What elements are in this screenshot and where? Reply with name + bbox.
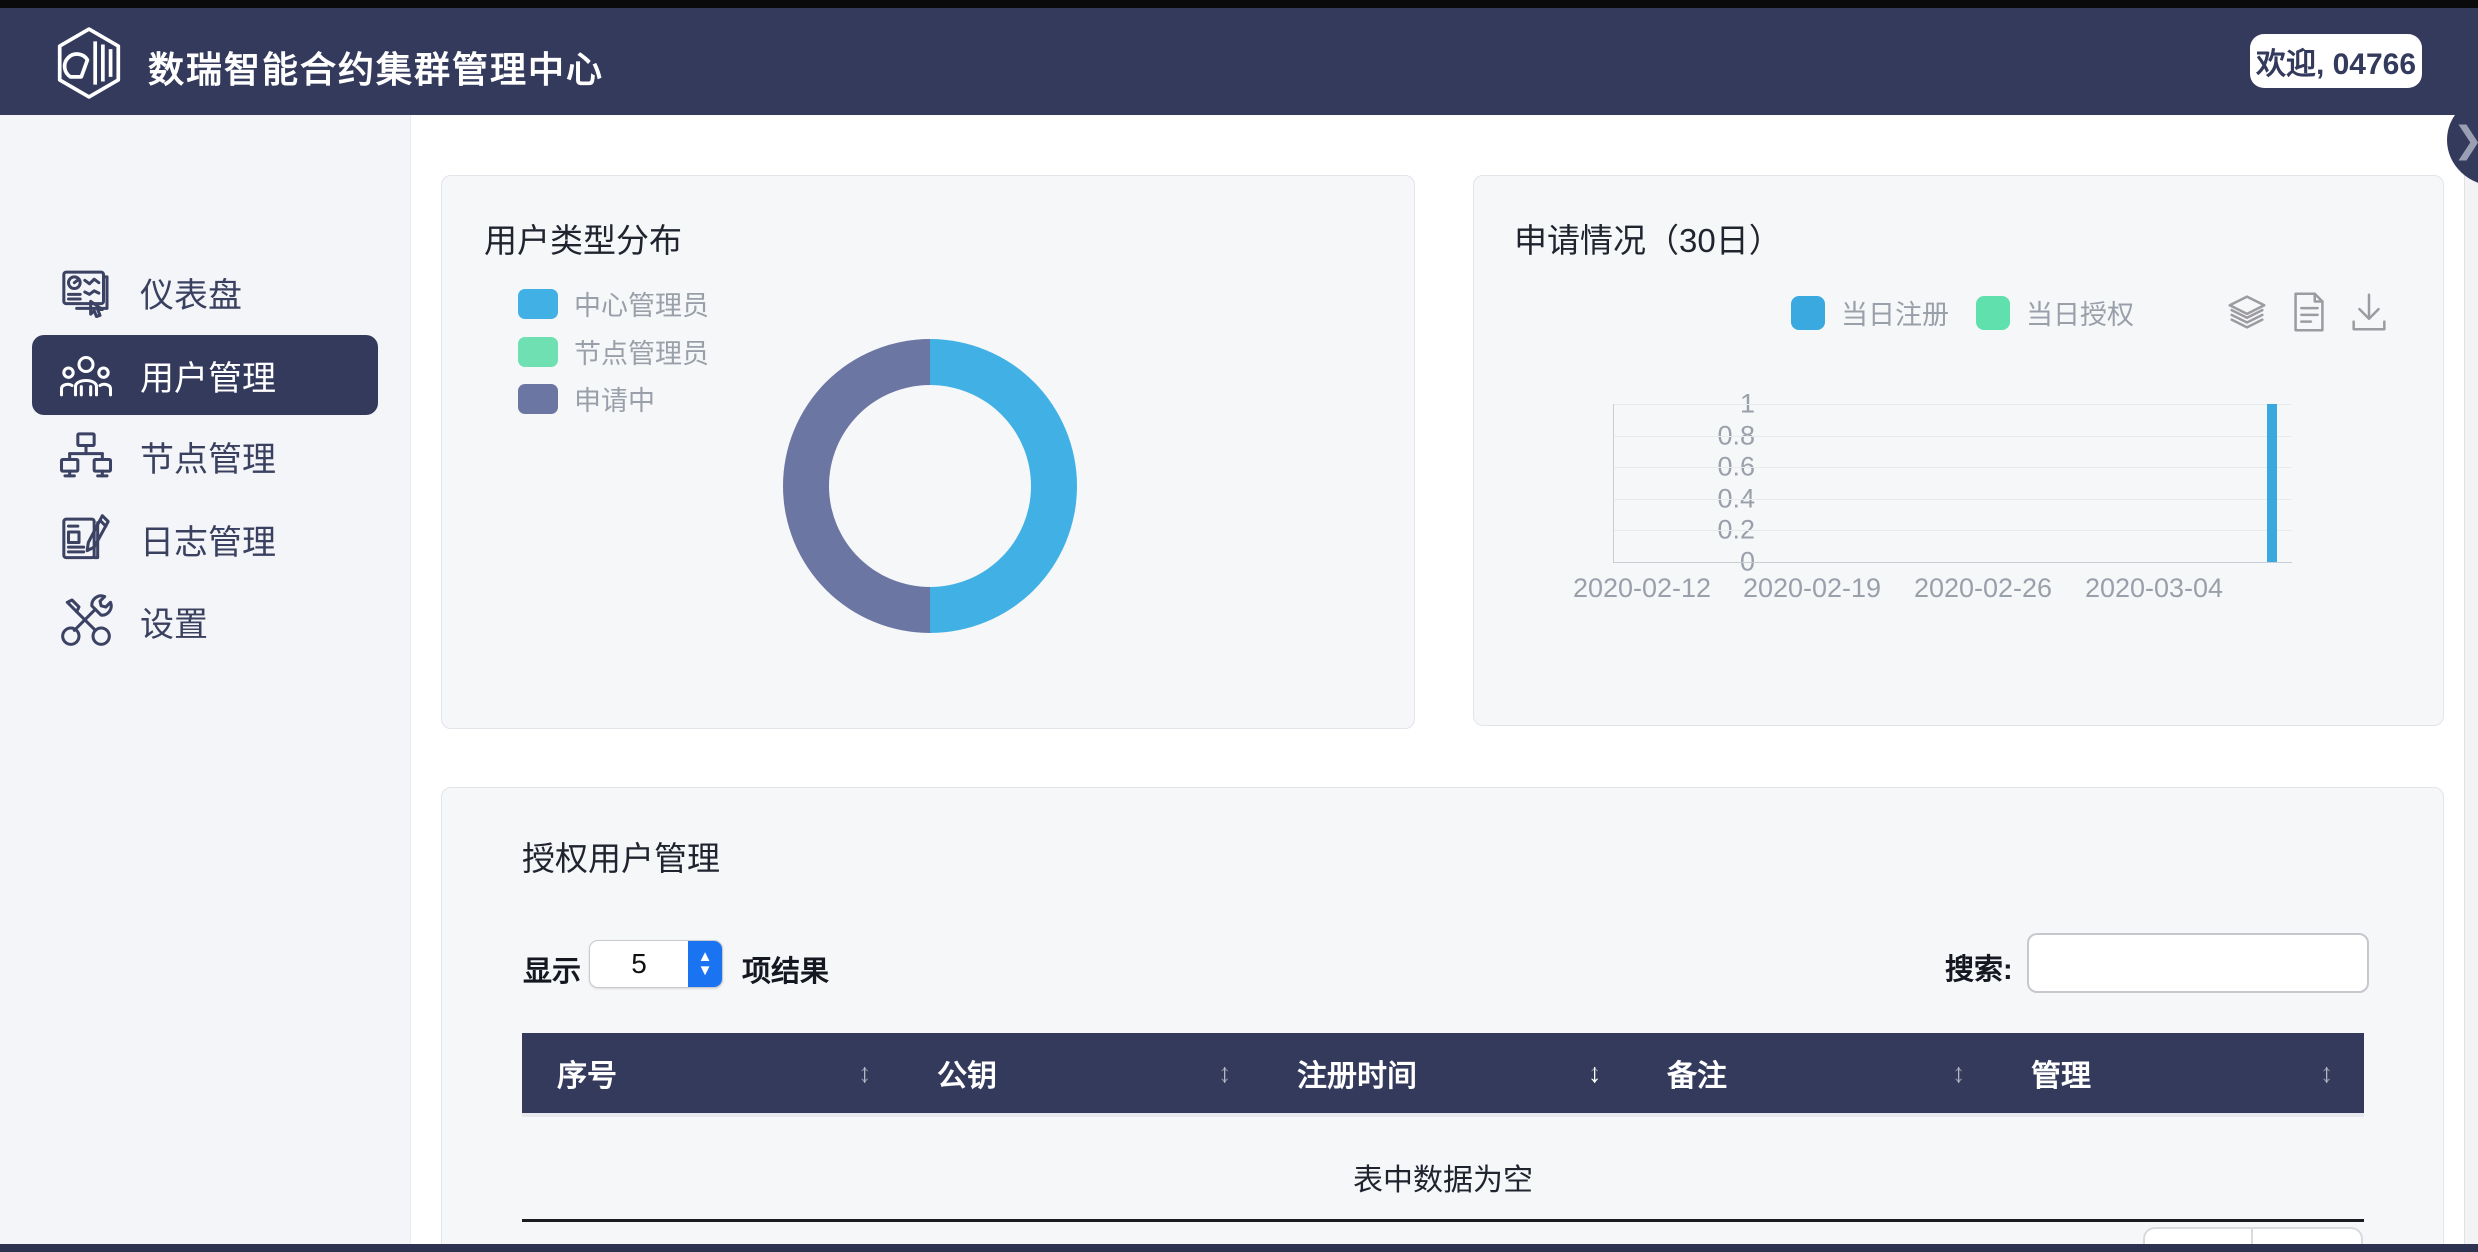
- window-top-edge: [0, 0, 2478, 8]
- legend-label: 节点管理员: [574, 332, 709, 371]
- column-header-manage[interactable]: 管理 ↑↓: [1996, 1033, 2364, 1113]
- x-axis-tick: 2020-02-12: [1573, 573, 1711, 604]
- search-label: 搜索:: [1945, 946, 2013, 988]
- column-header-pubkey[interactable]: 公钥 ↑↓: [902, 1033, 1262, 1113]
- layers-icon[interactable]: [2224, 289, 2270, 335]
- applications-card: 申请情况（30日） 当日注册 当日授权 1 0.8 0.6 0.4 0.2 0: [1473, 175, 2444, 726]
- legend-item[interactable]: 申请中: [518, 379, 655, 418]
- legend-item[interactable]: 当日注册: [1791, 293, 1949, 332]
- table-header-underline: [522, 1113, 2364, 1117]
- sort-icon: ↑↓: [1218, 1058, 1232, 1089]
- column-header-register-time[interactable]: 注册时间 ↑↓: [1262, 1033, 1632, 1113]
- app-logo-icon: [52, 26, 126, 100]
- dashboard-icon: [58, 264, 114, 320]
- chevron-right-icon: ❯: [2453, 119, 2478, 161]
- page-size-select[interactable]: 5 ▲▼: [589, 940, 723, 988]
- sort-icon: ↑↓: [1952, 1058, 1966, 1089]
- x-axis-tick: 2020-03-04: [2085, 573, 2223, 604]
- sidebar: 仪表盘 用户管理: [0, 115, 411, 1244]
- column-header-remark[interactable]: 备注 ↑↓: [1632, 1033, 1996, 1113]
- page-size-label: 显示: [523, 948, 581, 990]
- sort-icon: ↑↓: [858, 1058, 872, 1089]
- sidebar-item-label: 用户管理: [140, 351, 276, 400]
- sort-icon: ↑↓: [2320, 1058, 2334, 1089]
- legend-swatch: [518, 384, 558, 414]
- donut-hole: [829, 385, 1031, 587]
- user-type-card: 用户类型分布 中心管理员 节点管理员 申请中: [441, 175, 1415, 729]
- app-window: 数瑞智能合约集群管理中心 欢迎, 04766 ❯ 仪表盘: [0, 0, 2478, 1252]
- column-header-seq[interactable]: 序号 ↑↓: [522, 1033, 902, 1113]
- download-icon[interactable]: [2346, 289, 2392, 335]
- bar-chart-plot-area: [1613, 404, 2292, 563]
- search-input[interactable]: [2027, 933, 2369, 993]
- sidebar-item-node-management[interactable]: 节点管理: [32, 416, 378, 496]
- x-axis-tick: 2020-02-19: [1743, 573, 1881, 604]
- card-title: 申请情况（30日）: [1514, 214, 1782, 262]
- authorized-users-card: 授权用户管理 显示 5 ▲▼ 项结果 搜索: 序号 ↑↓ 公钥 ↑↓ 注册时间 …: [441, 787, 2444, 1252]
- bar-registered-today[interactable]: [2267, 404, 2277, 562]
- table-bottom-border: [522, 1219, 2364, 1222]
- legend-label: 当日注册: [1841, 293, 1949, 332]
- table-empty-message: 表中数据为空: [522, 1155, 2364, 1199]
- legend-swatch: [1791, 296, 1825, 330]
- legend-item[interactable]: 当日授权: [1976, 293, 2134, 332]
- logs-icon: [58, 511, 114, 567]
- select-stepper-icon: ▲▼: [688, 941, 722, 987]
- sidebar-item-settings[interactable]: 设置: [32, 581, 378, 661]
- users-icon: [58, 347, 114, 403]
- sidebar-item-log-management[interactable]: 日志管理: [32, 499, 378, 579]
- page-size-value: 5: [590, 941, 688, 987]
- sidebar-item-label: 节点管理: [140, 432, 276, 481]
- table-header-row: 序号 ↑↓ 公钥 ↑↓ 注册时间 ↑↓ 备注 ↑↓ 管理 ↑↓: [522, 1033, 2364, 1113]
- legend-swatch: [518, 337, 558, 367]
- card-title: 授权用户管理: [522, 832, 720, 880]
- legend-item[interactable]: 中心管理员: [518, 284, 709, 323]
- sidebar-item-label: 日志管理: [140, 515, 276, 564]
- app-title: 数瑞智能合约集群管理中心: [148, 41, 604, 93]
- legend-label: 申请中: [574, 379, 655, 418]
- x-axis-tick: 2020-02-26: [1914, 573, 2052, 604]
- sidebar-item-user-management[interactable]: 用户管理: [32, 335, 378, 415]
- header-bar: 数瑞智能合约集群管理中心 欢迎, 04766: [0, 8, 2478, 115]
- sort-icon-active-desc: ↑↓: [1588, 1058, 1602, 1089]
- settings-icon: [58, 593, 114, 649]
- sidebar-item-label: 设置: [140, 597, 208, 646]
- nodes-icon: [58, 428, 114, 484]
- legend-label: 中心管理员: [574, 284, 709, 323]
- card-title: 用户类型分布: [484, 214, 682, 262]
- legend-item[interactable]: 节点管理员: [518, 332, 709, 371]
- legend-swatch: [518, 289, 558, 319]
- sidebar-item-label: 仪表盘: [140, 268, 242, 317]
- legend-swatch: [1976, 296, 2010, 330]
- results-suffix-label: 项结果: [742, 948, 829, 990]
- file-icon[interactable]: [2286, 289, 2332, 335]
- sidebar-item-dashboard[interactable]: 仪表盘: [32, 252, 378, 332]
- window-bottom-edge: [0, 1244, 2478, 1252]
- scrollbar-track[interactable]: [2464, 115, 2478, 1244]
- legend-label: 当日授权: [2026, 293, 2134, 332]
- welcome-user-button[interactable]: 欢迎, 04766: [2250, 34, 2422, 88]
